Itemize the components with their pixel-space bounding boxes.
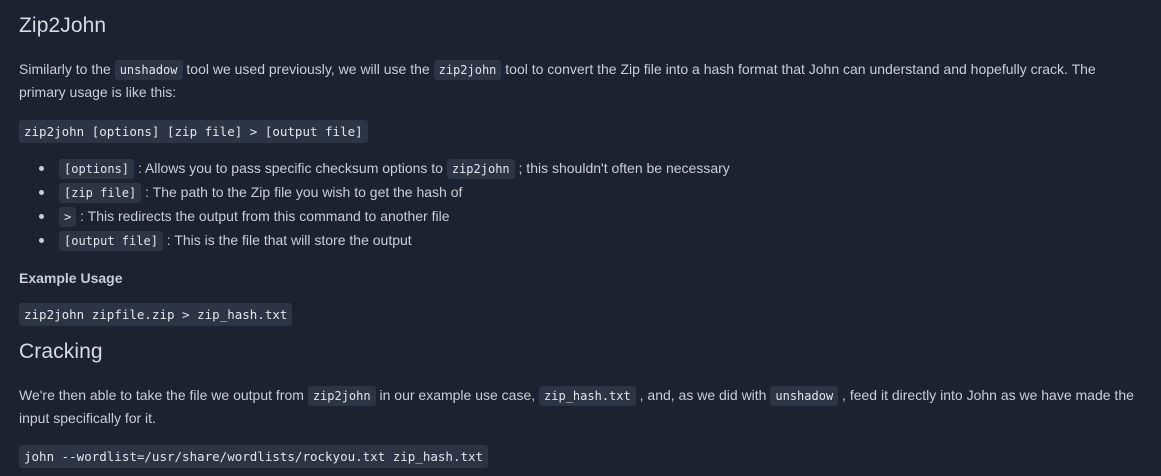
section-title-zip2john: Zip2John: [19, 14, 107, 37]
list-item: [output file] : This is the file that wi…: [39, 229, 1159, 253]
options-list: [options] : Allows you to pass specific …: [19, 157, 1159, 253]
code-zip2john: zip2john: [433, 60, 502, 80]
list-item: [zip file] : The path to the Zip file yo…: [39, 181, 1159, 205]
bullet-icon: [39, 238, 44, 243]
list-item: [options] : Allows you to pass specific …: [39, 157, 1159, 181]
code-zip2john: zip2john: [307, 386, 376, 406]
bullet-icon: [39, 214, 44, 219]
bullet-icon: [39, 166, 44, 171]
example-code-block: zip2john zipfile.zip > zip_hash.txt: [19, 303, 293, 326]
example-usage-heading: Example Usage: [19, 270, 123, 286]
usage-code-block: zip2john [options] [zip file] > [output …: [19, 120, 368, 143]
command-code-block: john --wordlist=/usr/share/wordlists/roc…: [19, 445, 489, 468]
article-content: Zip2John Similarly to the unshadow tool …: [0, 0, 1161, 476]
intro-paragraph: Similarly to the unshadow tool we used p…: [19, 60, 1096, 100]
bullet-icon: [39, 190, 44, 195]
section-title-cracking: Cracking: [19, 340, 103, 363]
code-zip-hash: zip_hash.txt: [539, 386, 636, 406]
code-unshadow: unshadow: [770, 386, 839, 406]
code-unshadow: unshadow: [114, 60, 183, 80]
cracking-paragraph: We're then able to take the file we outp…: [19, 386, 1134, 426]
list-item: > : This redirects the output from this …: [39, 205, 1159, 229]
